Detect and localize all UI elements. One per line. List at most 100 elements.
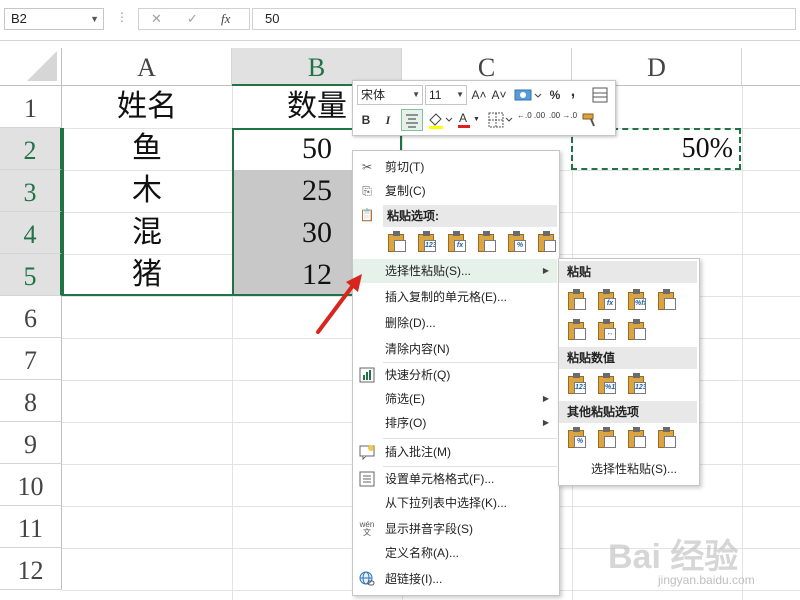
format-painter-button[interactable]: [581, 111, 599, 129]
menu-item-label: 选择性粘贴(S)...: [385, 264, 471, 278]
chevron-down-icon[interactable]: ▼: [90, 9, 99, 29]
enter-icon[interactable]: ✓: [187, 11, 198, 27]
paste-formulas-icon[interactable]: fx: [447, 231, 467, 253]
menu-item-cut[interactable]: ✂ 剪切(T): [353, 155, 557, 179]
menu-item-insert-copied[interactable]: 插入复制的单元格(E)...: [353, 285, 557, 309]
increase-decimal-button[interactable]: ←.0 .00: [517, 111, 545, 129]
row-header-12[interactable]: 12: [0, 548, 62, 590]
paste-linked-picture-icon[interactable]: [657, 427, 677, 449]
chevron-down-icon[interactable]: ▼: [456, 86, 464, 104]
cell-a2[interactable]: 鱼: [62, 128, 232, 170]
menu-item-copy[interactable]: ⎘ 复制(C): [353, 179, 557, 203]
paste-transpose-icon[interactable]: [627, 319, 647, 341]
column-header-e[interactable]: [742, 48, 800, 86]
paste-values-source-format-icon[interactable]: 123: [627, 373, 647, 395]
menu-item-label: 删除(D)...: [385, 316, 436, 330]
menu-item-label: 清除内容(N): [385, 342, 450, 356]
percent-style-button[interactable]: %: [548, 86, 562, 104]
menu-item-label: 筛选(E): [385, 392, 425, 406]
cell-a3[interactable]: 木: [62, 170, 232, 212]
format-painter-table-button[interactable]: [591, 86, 609, 104]
menu-item-label: 剪切(T): [385, 160, 425, 174]
brush-icon: [582, 113, 595, 127]
cell-a5[interactable]: 猪: [62, 254, 232, 296]
paste-icon[interactable]: [387, 231, 407, 253]
accounting-format-button[interactable]: [512, 86, 542, 104]
paste-picture-icon[interactable]: [627, 427, 647, 449]
row-header-8[interactable]: 8: [0, 380, 62, 422]
row-header-1[interactable]: 1: [0, 86, 62, 128]
row-header-10[interactable]: 10: [0, 464, 62, 506]
insert-function-icon[interactable]: fx: [221, 11, 230, 27]
borders-button[interactable]: [487, 111, 513, 129]
row-header-6[interactable]: 6: [0, 296, 62, 338]
paste-formatting-icon[interactable]: %: [507, 231, 527, 253]
menu-item-sort[interactable]: 排序(O) ▶: [353, 411, 557, 435]
chevron-down-icon[interactable]: ▼: [412, 86, 420, 104]
menu-item-phonetic[interactable]: wén 文 显示拼音字段(S): [353, 517, 557, 541]
font-name-combo[interactable]: 宋体 ▼: [357, 85, 423, 105]
paste-no-borders-icon[interactable]: [567, 319, 587, 341]
watermark-url: jingyan.baidu.com: [658, 573, 755, 587]
menu-item-format-cells[interactable]: 设置单元格格式(F)...: [353, 467, 557, 491]
align-center-icon: [406, 114, 418, 128]
menu-item-paste-special[interactable]: 选择性粘贴(S)... ▶: [353, 259, 557, 283]
row-header-5[interactable]: 5: [0, 254, 62, 296]
row-header-2[interactable]: 2: [0, 128, 62, 170]
row-header-4[interactable]: 4: [0, 212, 62, 254]
row-header-3[interactable]: 3: [0, 170, 62, 212]
paste-keep-source-format-icon[interactable]: [657, 289, 677, 311]
red-arrow-annotation: [316, 274, 362, 334]
bold-button[interactable]: B: [357, 111, 375, 129]
globe-link-icon: [359, 571, 375, 587]
submenu-item-paste-special[interactable]: 选择性粘贴(S)...: [559, 457, 697, 481]
phonetic-icon-bottom: 文: [363, 528, 371, 537]
name-box[interactable]: B2 ▼: [4, 8, 104, 30]
paste-values-icon[interactable]: 123: [417, 231, 437, 253]
paste-formatting-icon[interactable]: %: [567, 427, 587, 449]
cell-a1[interactable]: 姓名: [62, 86, 232, 128]
fill-color-button[interactable]: [427, 111, 453, 129]
name-box-value: B2: [11, 11, 27, 26]
paste-formulas-icon[interactable]: fx: [597, 289, 617, 311]
grow-font-button[interactable]: A˄: [470, 86, 488, 104]
selection-edge: [62, 128, 64, 296]
paste-link-icon[interactable]: [537, 231, 557, 253]
submenu-header-paste: 粘贴: [559, 261, 697, 283]
decrease-decimal-button[interactable]: .00 →.0: [549, 111, 577, 129]
paste-link-icon[interactable]: [597, 427, 617, 449]
menu-item-pick-from-list[interactable]: 从下拉列表中选择(K)...: [353, 491, 557, 515]
menu-item-label: 超链接(I)...: [385, 572, 443, 586]
select-all-corner[interactable]: [0, 48, 62, 86]
shrink-font-button[interactable]: A˅: [490, 86, 508, 104]
menu-item-delete[interactable]: 删除(D)...: [353, 311, 557, 335]
select-all-icon: [27, 51, 57, 81]
menu-item-filter[interactable]: 筛选(E) ▶: [353, 387, 557, 411]
font-size-combo[interactable]: 11 ▼: [425, 85, 467, 105]
cell-a4[interactable]: 混: [62, 212, 232, 254]
paste-transpose-icon[interactable]: [477, 231, 497, 253]
menu-item-hyperlink[interactable]: 超链接(I)...: [353, 567, 557, 591]
paste-values-icon[interactable]: 123: [567, 373, 587, 395]
paste-formulas-number-format-icon[interactable]: %fx: [627, 289, 647, 311]
menu-item-label: 从下拉列表中选择(K)...: [385, 496, 507, 510]
more-icon[interactable]: ⋮: [116, 10, 128, 24]
column-header-a[interactable]: A: [62, 48, 232, 86]
paste-keep-column-width-icon[interactable]: ↔: [597, 319, 617, 341]
font-color-button[interactable]: A ▼: [457, 111, 483, 129]
center-align-button[interactable]: [401, 109, 423, 131]
row-header-11[interactable]: 11: [0, 506, 62, 548]
formula-input[interactable]: 50: [252, 8, 796, 30]
table-icon: [592, 87, 608, 103]
row-header-7[interactable]: 7: [0, 338, 62, 380]
menu-item-insert-comment[interactable]: 插入批注(M): [353, 440, 557, 464]
paste-all-icon[interactable]: [567, 289, 587, 311]
cancel-icon[interactable]: ✕: [151, 11, 162, 27]
italic-button[interactable]: I: [379, 111, 397, 129]
menu-item-quick-analysis[interactable]: 快速分析(Q): [353, 363, 557, 387]
row-header-9[interactable]: 9: [0, 422, 62, 464]
paste-values-number-format-icon[interactable]: %123: [597, 373, 617, 395]
menu-item-define-name[interactable]: 定义名称(A)...: [353, 541, 557, 565]
comma-style-button[interactable]: ,: [567, 83, 579, 101]
menu-item-clear[interactable]: 清除内容(N): [353, 337, 557, 361]
